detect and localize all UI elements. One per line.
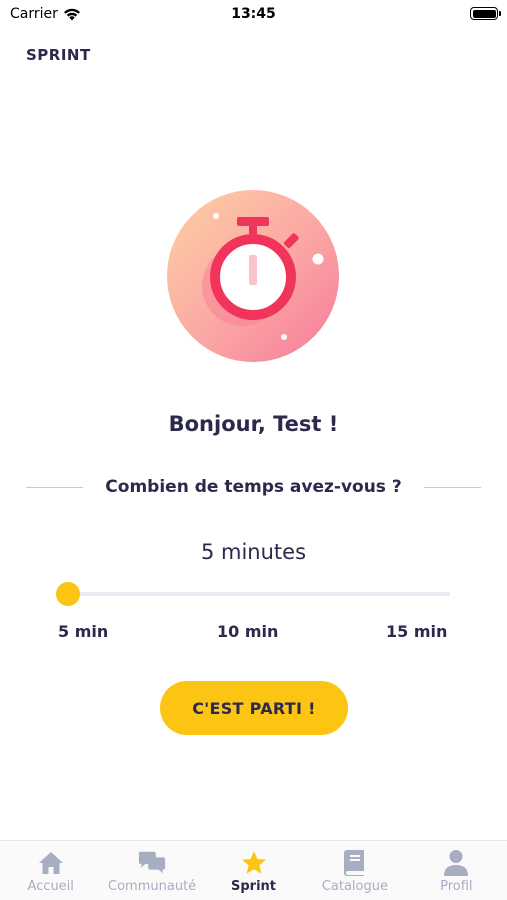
start-button[interactable]: C'EST PARTI ! <box>160 681 348 735</box>
tick-label-15-min: 15 min <box>386 622 448 641</box>
question-text: Combien de temps avez-vous ? <box>105 477 402 497</box>
status-bar: Carrier 13:45 <box>0 0 507 30</box>
chat-bubbles-icon <box>137 849 167 877</box>
tab-label: Sprint <box>231 879 277 894</box>
status-time: 13:45 <box>231 6 276 22</box>
tab-accueil[interactable]: Accueil <box>0 841 101 900</box>
slider-track[interactable] <box>70 592 450 596</box>
stopwatch-icon <box>167 190 339 362</box>
home-icon <box>36 849 66 877</box>
duration-value: 5 minutes <box>200 540 307 564</box>
greeting-text: Bonjour, Test ! <box>168 412 339 436</box>
person-icon <box>441 849 471 877</box>
battery-icon <box>470 7 501 20</box>
tab-label: Communauté <box>108 879 197 894</box>
page-title: SPRINT <box>26 46 91 64</box>
question-row: Combien de temps avez-vous ? <box>26 474 481 500</box>
tab-label: Catalogue <box>321 879 388 894</box>
book-icon <box>340 849 370 877</box>
stopwatch-illustration <box>160 183 346 369</box>
right-divider <box>423 486 481 488</box>
slider-thumb[interactable] <box>56 582 80 606</box>
star-icon <box>239 849 269 877</box>
tab-bar: Accueil Communauté Sprint Catalogue Prof… <box>0 840 507 900</box>
tab-label: Accueil <box>27 879 74 894</box>
tab-label: Profil <box>440 879 473 894</box>
left-divider <box>26 486 84 488</box>
duration-slider[interactable] <box>56 580 450 608</box>
tab-catalogue[interactable]: Catalogue <box>304 841 405 900</box>
tab-communaute[interactable]: Communauté <box>101 841 202 900</box>
tick-label-10-min: 10 min <box>217 622 279 641</box>
tick-label-5-min: 5 min <box>58 622 109 641</box>
tab-profil[interactable]: Profil <box>406 841 507 900</box>
tab-sprint[interactable]: Sprint <box>203 841 304 900</box>
